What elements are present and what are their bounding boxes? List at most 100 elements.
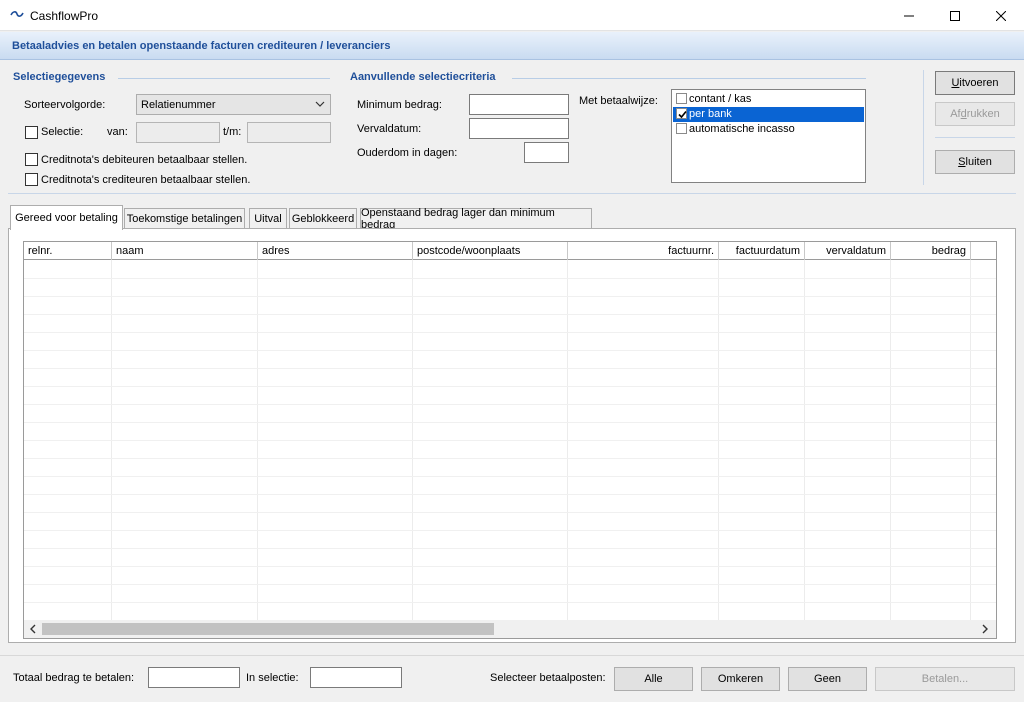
selection-checkbox[interactable] xyxy=(25,126,38,139)
payment-method-item[interactable]: automatische incasso xyxy=(673,122,864,137)
minimize-button[interactable] xyxy=(886,0,932,31)
close-button[interactable]: Sluiten xyxy=(935,150,1015,174)
row-gridline xyxy=(24,404,996,405)
payment-method-item[interactable]: per bank xyxy=(673,107,864,122)
payment-method-checkbox[interactable] xyxy=(676,93,687,104)
tab-blocked[interactable]: Geblokkeerd xyxy=(289,208,357,229)
criteria-group-title: Aanvullende selectiecriteria xyxy=(350,71,496,83)
select-none-button[interactable]: Geen xyxy=(788,667,867,691)
payments-table[interactable]: relnr. naam adres postcode/woonplaats fa… xyxy=(23,241,997,639)
payment-method-checkbox[interactable] xyxy=(676,108,687,119)
row-gridline xyxy=(24,566,996,567)
checkmark-icon xyxy=(678,110,687,119)
payment-method-checkbox[interactable] xyxy=(676,123,687,134)
scrollbar-thumb[interactable] xyxy=(42,623,494,635)
page-banner: Betaaladvies en betalen openstaande fact… xyxy=(0,32,1024,60)
action-panel-divider xyxy=(923,70,924,185)
row-gridline xyxy=(24,494,996,495)
chevron-down-icon xyxy=(315,101,325,107)
row-gridline xyxy=(24,278,996,279)
column-header-relnr[interactable]: relnr. xyxy=(24,242,112,260)
section-divider xyxy=(8,193,1016,194)
execute-label: itvoeren xyxy=(959,77,999,89)
column-header-invoice-number[interactable]: factuurnr. xyxy=(568,242,719,260)
close-label: luiten xyxy=(965,156,992,168)
row-gridline xyxy=(24,476,996,477)
credit-debtors-checkbox[interactable] xyxy=(25,153,38,166)
total-amount-field[interactable] xyxy=(148,667,240,688)
pay-button[interactable]: Betalen... xyxy=(875,667,1015,691)
execute-accel: U xyxy=(951,77,960,89)
footer-divider xyxy=(0,655,1024,656)
column-header-due-date[interactable]: vervaldatum xyxy=(805,242,891,260)
tab-below-minimum[interactable]: Openstaand bedrag lager dan minimum bedr… xyxy=(360,207,592,231)
to-label: t/m: xyxy=(223,126,242,138)
to-field[interactable] xyxy=(247,122,331,143)
from-label: van: xyxy=(107,126,128,138)
app-logo-icon xyxy=(10,11,24,17)
criteria-group-divider xyxy=(512,78,866,79)
selection-group-divider xyxy=(118,78,330,79)
row-gridline xyxy=(24,548,996,549)
row-gridline xyxy=(24,602,996,603)
selection-group-title: Selectiegegevens xyxy=(13,71,106,83)
close-accel: S xyxy=(958,156,966,168)
row-gridline xyxy=(24,530,996,531)
column-header-address[interactable]: adres xyxy=(258,242,413,260)
chevron-left-icon[interactable] xyxy=(28,624,38,634)
payment-method-label: per bank xyxy=(689,108,732,120)
invert-selection-button[interactable]: Omkeren xyxy=(701,667,780,691)
payment-method-label: automatische incasso xyxy=(689,123,795,135)
table-header: relnr. naam adres postcode/woonplaats fa… xyxy=(24,242,996,260)
chevron-right-icon[interactable] xyxy=(980,624,990,634)
due-date-label: Vervaldatum: xyxy=(357,123,422,135)
print-label-rest: rukken xyxy=(966,108,1000,120)
sort-order-value: Relatienummer xyxy=(141,99,216,111)
column-header-invoice-date[interactable]: factuurdatum xyxy=(719,242,805,260)
horizontal-scrollbar[interactable] xyxy=(24,620,996,638)
print-button[interactable]: Af d rukken xyxy=(935,102,1015,126)
row-gridline xyxy=(24,296,996,297)
row-gridline xyxy=(24,332,996,333)
page-title: Betaaladvies en betalen openstaande fact… xyxy=(12,40,391,52)
column-header-amount[interactable]: bedrag xyxy=(891,242,971,260)
row-gridline xyxy=(24,422,996,423)
payment-method-item[interactable]: contant / kas xyxy=(673,92,864,107)
row-gridline xyxy=(24,314,996,315)
in-selection-field[interactable] xyxy=(310,667,402,688)
print-label-pre: Af xyxy=(950,108,961,120)
maximize-button[interactable] xyxy=(932,0,978,31)
row-gridline xyxy=(24,350,996,351)
select-all-button[interactable]: Alle xyxy=(614,667,693,691)
maximize-icon xyxy=(950,10,960,21)
due-date-field[interactable] xyxy=(469,118,569,139)
min-amount-label: Minimum bedrag: xyxy=(357,99,442,111)
window-titlebar: CashflowPro xyxy=(0,0,1024,31)
button-separator xyxy=(935,137,1015,138)
tab-future-payments[interactable]: Toekomstige betalingen xyxy=(124,208,245,229)
close-window-button[interactable] xyxy=(978,0,1024,31)
payment-method-label: contant / kas xyxy=(689,93,752,105)
execute-button[interactable]: Uitvoeren xyxy=(935,71,1015,95)
row-gridline xyxy=(24,386,996,387)
credit-creditors-checkbox[interactable] xyxy=(25,173,38,186)
payment-method-list[interactable]: contant / kas per bank automatische inca… xyxy=(671,89,866,183)
row-gridline xyxy=(24,458,996,459)
in-selection-label: In selectie: xyxy=(246,672,299,684)
tab-ready-for-payment[interactable]: Gereed voor betaling xyxy=(10,205,123,230)
row-gridline xyxy=(24,584,996,585)
age-days-field[interactable] xyxy=(524,142,569,163)
row-gridline xyxy=(24,368,996,369)
select-payments-label: Selecteer betaalposten: xyxy=(490,672,606,684)
column-header-name[interactable]: naam xyxy=(112,242,258,260)
row-gridline xyxy=(24,440,996,441)
row-gridline xyxy=(24,512,996,513)
sort-order-select[interactable]: Relatienummer xyxy=(136,94,331,115)
column-header-postcode-city[interactable]: postcode/woonplaats xyxy=(413,242,568,260)
from-field[interactable] xyxy=(136,122,220,143)
min-amount-field[interactable] xyxy=(469,94,569,115)
age-days-label: Ouderdom in dagen: xyxy=(357,147,458,159)
total-amount-label: Totaal bedrag te betalen: xyxy=(13,672,135,684)
tab-dropout[interactable]: Uitval xyxy=(249,208,287,229)
payment-method-label: Met betaalwijze: xyxy=(579,95,658,107)
